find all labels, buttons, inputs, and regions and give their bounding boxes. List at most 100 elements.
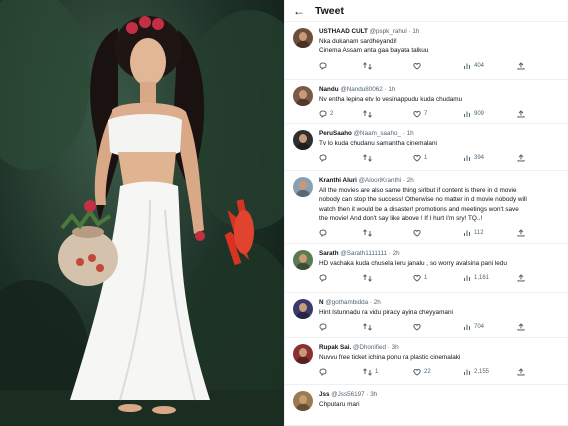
retweet-icon — [363, 110, 372, 119]
share-button[interactable] — [517, 61, 525, 71]
avatar[interactable] — [293, 299, 313, 319]
retweet-button[interactable] — [363, 153, 375, 163]
views-button[interactable]: 1,161 — [463, 273, 489, 283]
tweet-reply[interactable]: Sarath @Sarath1111111 · 2h HD vachaka ku… — [285, 244, 568, 293]
share-button[interactable] — [517, 109, 525, 119]
display-name[interactable]: Sarath — [319, 250, 339, 257]
back-arrow-icon[interactable]: ← — [293, 4, 315, 18]
avatar[interactable] — [293, 391, 313, 411]
tweet-header: Kranthi Aluri @AlooriKranthi · 2h — [319, 177, 414, 184]
user-handle[interactable]: @Jss56197 — [331, 391, 364, 398]
user-handle[interactable]: @Dhonified — [353, 344, 386, 351]
display-name[interactable]: N — [319, 299, 324, 306]
tweet-reply[interactable]: Kranthi Aluri @AlooriKranthi · 2h All th… — [285, 171, 568, 244]
views-button[interactable]: 404 — [463, 61, 484, 71]
like-button[interactable] — [413, 322, 424, 332]
page-title: Tweet — [315, 4, 344, 17]
like-button[interactable]: 1 — [413, 153, 427, 163]
reply-button[interactable] — [319, 153, 330, 163]
display-name[interactable]: Jss — [319, 391, 330, 398]
display-name[interactable]: Nandu — [319, 86, 339, 93]
tweet-header: Jss @Jss56197 · 3h — [319, 391, 378, 398]
share-icon — [517, 110, 525, 118]
tweet-text: Tv lo kuda chudanu samantha cinemalani — [319, 139, 559, 148]
reply-button[interactable] — [319, 367, 330, 377]
share-button[interactable] — [517, 273, 525, 283]
tweet-reply[interactable]: Jss @Jss56197 · 3h Chputaru mari — [285, 385, 568, 426]
tweet-reply[interactable]: USTHAAD CULT @pspk_rahul · 1h Nka dukana… — [285, 22, 568, 80]
timestamp[interactable]: 2h — [407, 177, 414, 184]
share-button[interactable] — [517, 153, 525, 163]
views-count: 1,161 — [474, 275, 490, 282]
tweet-text: All the movies are also same thing sirlb… — [319, 186, 559, 223]
like-button[interactable]: 1 — [413, 273, 427, 283]
retweet-button[interactable] — [363, 322, 375, 332]
retweet-button[interactable]: 1 — [363, 367, 378, 377]
display-name[interactable]: PeruSaaho — [319, 130, 352, 137]
share-button[interactable] — [517, 322, 525, 332]
tweet-actions: 404 — [319, 61, 549, 71]
avatar[interactable] — [293, 130, 313, 150]
retweet-button[interactable] — [363, 228, 375, 238]
display-name[interactable]: Rupak Sai. — [319, 344, 351, 351]
timestamp[interactable]: 1h — [388, 86, 395, 93]
views-button[interactable]: 112 — [463, 228, 484, 238]
retweet-button[interactable] — [363, 61, 375, 71]
user-handle[interactable]: @Naam_saaho_ — [354, 130, 401, 137]
share-button[interactable] — [517, 367, 525, 377]
like-button[interactable] — [413, 228, 424, 238]
display-name[interactable]: USTHAAD CULT — [319, 28, 368, 35]
views-button[interactable]: 704 — [463, 322, 484, 332]
tweet-reply[interactable]: PeruSaaho @Naam_saaho_ · 1h Tv lo kuda c… — [285, 124, 568, 171]
views-icon — [463, 323, 471, 331]
like-button[interactable]: 7 — [413, 109, 427, 119]
views-count: 2,155 — [474, 369, 490, 376]
timestamp[interactable]: 1h — [407, 130, 414, 137]
share-button[interactable] — [517, 228, 525, 238]
user-handle[interactable]: @AlooriKranthi — [359, 177, 401, 184]
tweet-text-line: Hint Istunnadu ra vidu piracy ayina chey… — [319, 309, 453, 316]
avatar[interactable] — [293, 177, 313, 197]
timestamp[interactable]: 3h — [370, 391, 377, 398]
retweet-icon — [363, 368, 372, 377]
avatar[interactable] — [293, 28, 313, 48]
views-button[interactable]: 394 — [463, 153, 484, 163]
timestamp[interactable]: 3h — [392, 344, 399, 351]
heart-icon — [413, 274, 421, 282]
like-button[interactable] — [413, 61, 424, 71]
like-count: 1 — [424, 275, 428, 282]
tweet-reply[interactable]: N @gothambidda · 2h Hint Istunnadu ra vi… — [285, 293, 568, 338]
reply-button[interactable]: 2 — [319, 109, 333, 119]
reply-button[interactable] — [319, 273, 330, 283]
views-button[interactable]: 909 — [463, 109, 484, 119]
retweet-button[interactable] — [363, 109, 375, 119]
avatar[interactable] — [293, 86, 313, 106]
timestamp[interactable]: 2h — [374, 299, 381, 306]
user-handle[interactable]: @gothambidda — [325, 299, 368, 306]
like-button[interactable]: 22 — [413, 367, 431, 377]
reply-button[interactable] — [319, 61, 330, 71]
retweet-icon — [363, 274, 372, 283]
timestamp[interactable]: 1h — [412, 28, 419, 35]
like-count: 22 — [424, 369, 431, 376]
user-handle[interactable]: @Sarath1111111 — [340, 250, 387, 257]
reply-button[interactable] — [319, 228, 330, 238]
display-name[interactable]: Kranthi Aluri — [319, 177, 357, 184]
reply-button[interactable] — [319, 322, 330, 332]
reply-icon — [319, 323, 327, 332]
avatar[interactable] — [293, 250, 313, 270]
timestamp[interactable]: 2h — [393, 250, 400, 257]
tweet-text: HD vachaka kuda chusela leru janalu , so… — [319, 259, 559, 268]
user-handle[interactable]: @pspk_rahul — [370, 28, 407, 35]
tweet-reply[interactable]: Rupak Sai. @Dhonified · 3h Nuvvu free ti… — [285, 338, 568, 385]
views-icon — [463, 229, 471, 237]
views-button[interactable]: 2,155 — [463, 367, 489, 377]
reply-icon — [319, 62, 327, 70]
tweet-text: Nka dukanam sardheyandi! Cinema Assam ant… — [319, 37, 559, 56]
avatar[interactable] — [293, 344, 313, 364]
user-handle[interactable]: @Nandu80062 — [340, 86, 382, 93]
like-count: 1 — [424, 155, 428, 162]
tweet-header: Sarath @Sarath1111111 · 2h — [319, 250, 400, 257]
retweet-button[interactable] — [363, 273, 375, 283]
tweet-reply[interactable]: Nandu @Nandu80062 · 1h Nv entha lepina e… — [285, 80, 568, 124]
